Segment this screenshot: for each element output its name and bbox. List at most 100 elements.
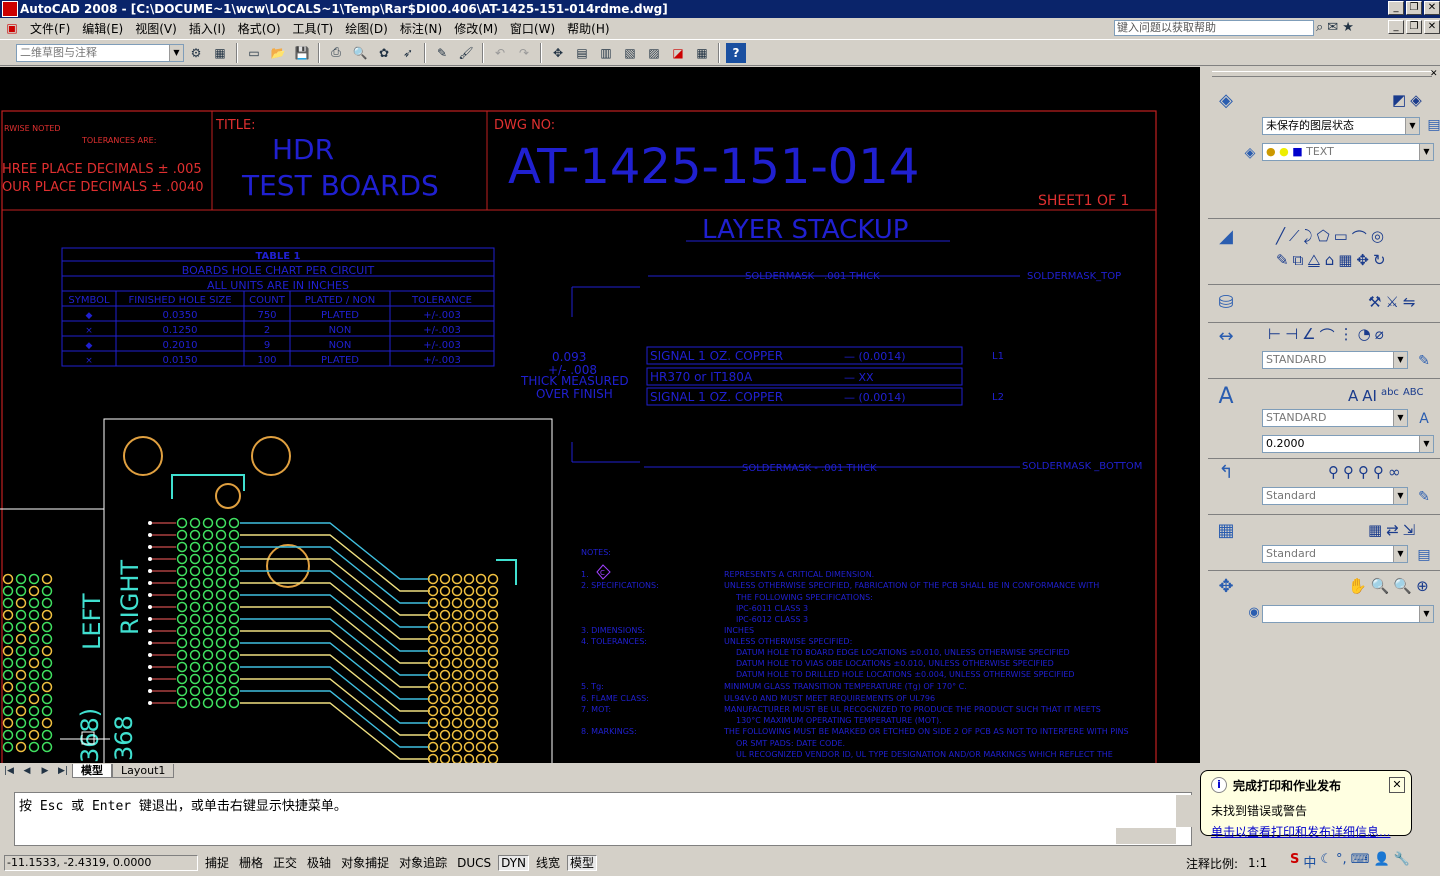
redo-icon[interactable]: ↷ <box>514 43 534 63</box>
ime-chinese-icon[interactable]: 中 <box>1303 852 1316 871</box>
search-icon[interactable]: ⌕ <box>1316 20 1323 35</box>
mirror-icon[interactable]: ⧋ <box>1307 251 1320 269</box>
menu-modify[interactable]: 修改(M) <box>448 20 504 37</box>
coordinates-display[interactable]: -11.1533, -2.4319, 0.0000 <box>4 855 198 871</box>
autocad-app-icon[interactable] <box>2 1 18 17</box>
ducs-toggle[interactable]: DUCS <box>454 855 494 871</box>
communication-center-icon[interactable]: ✉ <box>1327 20 1338 35</box>
dim-arc-icon[interactable]: ⌒ <box>1320 325 1335 346</box>
add-scale-icon[interactable]: ⚒ <box>1368 293 1381 311</box>
menu-draw[interactable]: 绘图(D) <box>339 20 394 37</box>
pan-icon[interactable]: ✥ <box>548 43 568 63</box>
zoom-window-icon[interactable]: 🔍 <box>1393 577 1412 595</box>
punctuation-icon[interactable]: °, <box>1336 852 1347 871</box>
print-preview-icon[interactable]: 🔍 <box>350 43 370 63</box>
chevron-down-icon[interactable]: ▼ <box>169 44 183 61</box>
publish-icon[interactable]: ✿ <box>374 43 394 63</box>
spell-check-icon[interactable]: ABC <box>1403 387 1424 405</box>
keyboard-icon[interactable]: ⌨ <box>1351 852 1370 871</box>
dim-aligned-icon[interactable]: ⊣ <box>1285 325 1298 346</box>
dyn-toggle[interactable]: DYN <box>498 855 530 871</box>
doc-restore-button[interactable]: ❐ <box>1406 20 1422 34</box>
menu-dimension[interactable]: 标注(N) <box>394 20 448 37</box>
chevron-down-icon[interactable]: ▼ <box>1393 352 1407 368</box>
tab-last-icon[interactable]: ▶| <box>56 761 70 781</box>
chevron-down-icon[interactable]: ▼ <box>1419 606 1433 622</box>
tab-first-icon[interactable]: |◀ <box>2 761 16 781</box>
table-link-icon[interactable]: ⇄ <box>1386 521 1399 539</box>
chevron-down-icon[interactable]: ▼ <box>1393 546 1407 562</box>
rectangle-icon[interactable]: ▭ <box>1334 227 1348 248</box>
tab-prev-icon[interactable]: ◀ <box>20 761 34 781</box>
dim-style-manager-icon[interactable]: ✎ <box>1412 349 1436 373</box>
remove-leader-icon[interactable]: ⚲ <box>1358 463 1369 481</box>
chevron-down-icon[interactable]: ▼ <box>1405 118 1419 134</box>
minimize-button[interactable]: _ <box>1388 1 1404 15</box>
multiline-text-icon[interactable]: A <box>1348 387 1358 405</box>
zoom-extents-icon[interactable]: ⊕ <box>1416 577 1429 595</box>
draw-panel-icon[interactable]: ◢ <box>1214 225 1238 249</box>
tab-next-icon[interactable]: ▶ <box>38 761 52 781</box>
menu-insert[interactable]: 插入(I) <box>183 20 232 37</box>
multileader-icon[interactable]: ⚲ <box>1328 463 1339 481</box>
workspace-settings-icon[interactable]: ⚙ <box>186 43 206 63</box>
find-text-icon[interactable]: abc <box>1381 387 1399 405</box>
menu-format[interactable]: 格式(O) <box>232 20 287 37</box>
menu-tools[interactable]: 工具(T) <box>287 20 340 37</box>
mleader-style-manager-icon[interactable]: ✎ <box>1412 485 1436 509</box>
navigation-panel-icon[interactable]: ✥ <box>1214 575 1238 599</box>
text-height-input[interactable]: 0.2000 ▼ <box>1262 435 1434 453</box>
snap-toggle[interactable]: 捕捉 <box>202 855 232 871</box>
menu-file[interactable]: 文件(F) <box>24 20 76 37</box>
doc-minimize-button[interactable]: _ <box>1388 20 1404 34</box>
properties-icon[interactable]: ▤ <box>572 43 592 63</box>
layer-state-select[interactable]: 未保存的图层状态 ▼ <box>1262 117 1420 135</box>
undo-icon[interactable]: ↶ <box>490 43 510 63</box>
polygon-icon[interactable]: ⬠ <box>1317 227 1330 248</box>
dim-radius-icon[interactable]: ◔ <box>1358 325 1371 346</box>
drawing-canvas[interactable]: RWISE NOTED TOLERANCES ARE: HREE PLACE D… <box>0 67 1200 763</box>
palette-grip[interactable] <box>1212 71 1432 77</box>
close-button[interactable]: ✕ <box>1424 1 1440 15</box>
workspace-save-icon[interactable]: ▦ <box>210 43 230 63</box>
dimension-panel-icon[interactable]: ↔ <box>1214 325 1238 349</box>
copy-icon[interactable]: ⧉ <box>1293 251 1304 269</box>
dim-diameter-icon[interactable]: ⌀ <box>1375 325 1384 346</box>
dim-angular-icon[interactable]: ∠ <box>1302 325 1315 346</box>
array-icon[interactable]: ▦ <box>1338 251 1352 269</box>
circle-icon[interactable]: ◎ <box>1371 227 1384 248</box>
text-style-manager-icon[interactable]: A <box>1412 407 1436 431</box>
user-icon[interactable]: 👤 <box>1373 852 1389 871</box>
grid-toggle[interactable]: 栅格 <box>236 855 266 871</box>
layer-select[interactable]: ● ● ■ TEXT ▼ <box>1262 143 1434 161</box>
layer-states-icon[interactable]: ◈ <box>1410 91 1422 109</box>
design-center-icon[interactable]: ▥ <box>596 43 616 63</box>
layer-state-manager-icon[interactable]: ▤ <box>1422 113 1440 137</box>
sync-scale-icon[interactable]: ⇋ <box>1403 293 1416 311</box>
align-leaders-icon[interactable]: ⚲ <box>1373 463 1384 481</box>
arc-icon[interactable]: ⌒ <box>1352 227 1367 248</box>
offset-icon[interactable]: ⌂ <box>1325 251 1335 269</box>
match-properties-icon[interactable]: 🖌 <box>456 43 476 63</box>
table-export-icon[interactable]: ⇲ <box>1403 521 1416 539</box>
command-line[interactable]: 按 Esc 或 Enter 键退出，或单击右键显示快捷菜单。 <box>14 792 1192 846</box>
lineweight-toggle[interactable]: 线宽 <box>533 855 563 871</box>
close-icon[interactable]: ✕ <box>1389 777 1405 793</box>
layer-previous-icon[interactable]: ◈ <box>1238 141 1262 165</box>
drawing-svg[interactable]: RWISE NOTED TOLERANCES ARE: HREE PLACE D… <box>0 67 1200 763</box>
table-panel-icon[interactable]: ▦ <box>1214 519 1238 543</box>
pan-realtime-icon[interactable]: ✋ <box>1348 577 1367 595</box>
osnap-toggle[interactable]: 对象捕捉 <box>338 855 392 871</box>
delete-scale-icon[interactable]: ⚔ <box>1385 293 1398 311</box>
help-icon[interactable]: ? <box>726 42 746 63</box>
hatch-icon[interactable]: ✎ <box>1276 251 1289 269</box>
table-style-select[interactable]: Standard ▼ <box>1262 545 1408 563</box>
layers-icon[interactable]: ◈ <box>1214 89 1238 113</box>
plot-complete-notification[interactable]: i 完成打印和作业发布 未找到错误或警告 单击以查看打印和发布详细信息... ✕ <box>1200 770 1412 839</box>
line-icon[interactable]: ╱ <box>1276 227 1285 248</box>
command-h-scrollbar[interactable] <box>1116 828 1176 844</box>
restore-button[interactable]: ❐ <box>1406 1 1422 15</box>
single-line-text-icon[interactable]: AI <box>1362 387 1377 405</box>
polar-toggle[interactable]: 极轴 <box>304 855 334 871</box>
chevron-down-icon[interactable]: ▼ <box>1419 436 1433 452</box>
